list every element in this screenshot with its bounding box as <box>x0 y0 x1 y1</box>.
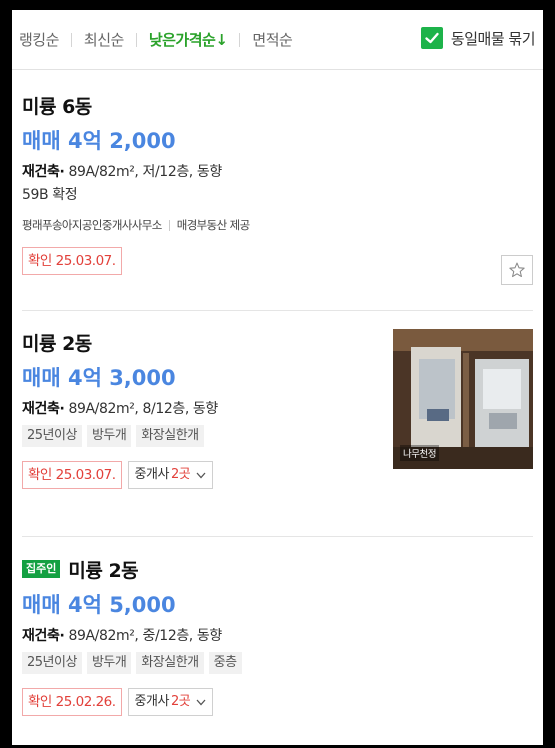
spec-bullet: · <box>59 401 65 417</box>
checkbox-checked-icon[interactable] <box>420 27 443 49</box>
listing-item[interactable]: 집주인 미륭 2동 매매 4억 5,000 재건축· 89A/82m², 중/1… <box>22 556 533 716</box>
tag: 25년이상 <box>22 652 82 674</box>
listing-item[interactable]: 미륭 2동 매매 4억 3,000 재건축· 89A/82m², 8/12층, … <box>22 329 533 489</box>
sort-lowest-price[interactable]: 낮은가격순↓ <box>149 29 228 50</box>
agent-divider <box>168 219 170 231</box>
chevron-down-icon <box>196 472 206 478</box>
group-same-listings-toggle[interactable]: 동일매물 묶기 <box>420 27 536 49</box>
spec-label: 재건축 <box>22 164 60 180</box>
listing-spec: 재건축· 89A/82m², 저/12층, 동향 <box>22 162 533 182</box>
broker-count: 2곳 <box>170 694 191 709</box>
sort-divider <box>70 32 72 47</box>
owner-badge: 집주인 <box>22 560 61 578</box>
spec-label: 재건축 <box>22 401 60 417</box>
agent-info: 평래푸송아지공인중개사사무소 매경부동산 제공 <box>22 217 533 233</box>
agent-source: 매경부동산 제공 <box>176 218 251 232</box>
broker-count-button[interactable]: 중개사 2곳 <box>127 461 214 489</box>
listing-divider <box>22 310 533 311</box>
spec-detail: 89A/82m², 저/12층, 동향 <box>68 164 222 180</box>
group-toggle-label: 동일매물 묶기 <box>450 29 536 48</box>
confirm-date-badge: 확인 25.02.26. <box>22 688 122 716</box>
listing-title[interactable]: 미륭 2동 <box>22 329 92 356</box>
photo-caption: 나무천정 <box>400 445 439 461</box>
listing-description: 59B 확정 <box>22 187 78 203</box>
tag: 중층 <box>208 652 242 674</box>
spec-detail: 89A/82m², 8/12층, 동향 <box>68 401 218 417</box>
confirm-date-badge: 확인 25.03.07. <box>22 461 122 489</box>
sort-ranking[interactable]: 랭킹순 <box>19 29 59 50</box>
tag: 25년이상 <box>22 425 82 447</box>
listing-spec: 재건축· 89A/82m², 중/12층, 동향 <box>22 626 533 646</box>
chevron-down-icon <box>196 699 206 705</box>
listing-photo[interactable]: 나무천정 <box>393 329 533 469</box>
spec-detail: 89A/82m², 중/12층, 동향 <box>68 628 222 644</box>
spec-label: 재건축 <box>22 628 60 644</box>
sort-divider <box>135 32 137 47</box>
sort-latest[interactable]: 최신순 <box>84 29 124 50</box>
spec-bullet: · <box>59 164 65 180</box>
sort-bar: 랭킹순 최신순 낮은가격순↓ 면적순 동일매물 묶기 <box>12 10 543 70</box>
sort-divider <box>239 32 241 47</box>
broker-count: 2곳 <box>170 467 191 482</box>
broker-label: 중개사 <box>134 694 170 709</box>
broker-count-button[interactable]: 중개사 2곳 <box>127 688 214 716</box>
tag-list: 25년이상 방두개 화장실한개 중층 <box>22 652 533 674</box>
listing-divider <box>22 536 533 537</box>
agent-name: 평래푸송아지공인중개사사무소 <box>22 218 162 232</box>
spec-bullet: · <box>59 628 65 644</box>
tag: 방두개 <box>86 425 132 447</box>
broker-label: 중개사 <box>134 467 170 482</box>
listing-price: 매매 4억 5,000 <box>22 593 176 617</box>
favorite-star-icon[interactable] <box>501 255 533 285</box>
listing-price: 매매 4억 2,000 <box>22 129 176 153</box>
tag: 화장실한개 <box>136 652 204 674</box>
listing-title[interactable]: 미륭 2동 <box>68 556 138 583</box>
listing-title[interactable]: 미륭 6동 <box>22 92 92 119</box>
sort-area[interactable]: 면적순 <box>252 29 292 50</box>
tag: 방두개 <box>86 652 132 674</box>
listing-panel: 랭킹순 최신순 낮은가격순↓ 면적순 동일매물 묶기 미륭 6동 매매 4억 2… <box>12 10 543 745</box>
confirm-date-badge: 확인 25.03.07. <box>22 247 122 275</box>
tag: 화장실한개 <box>136 425 204 447</box>
listing-item[interactable]: 미륭 6동 매매 4억 2,000 재건축· 89A/82m², 저/12층, … <box>22 92 533 285</box>
